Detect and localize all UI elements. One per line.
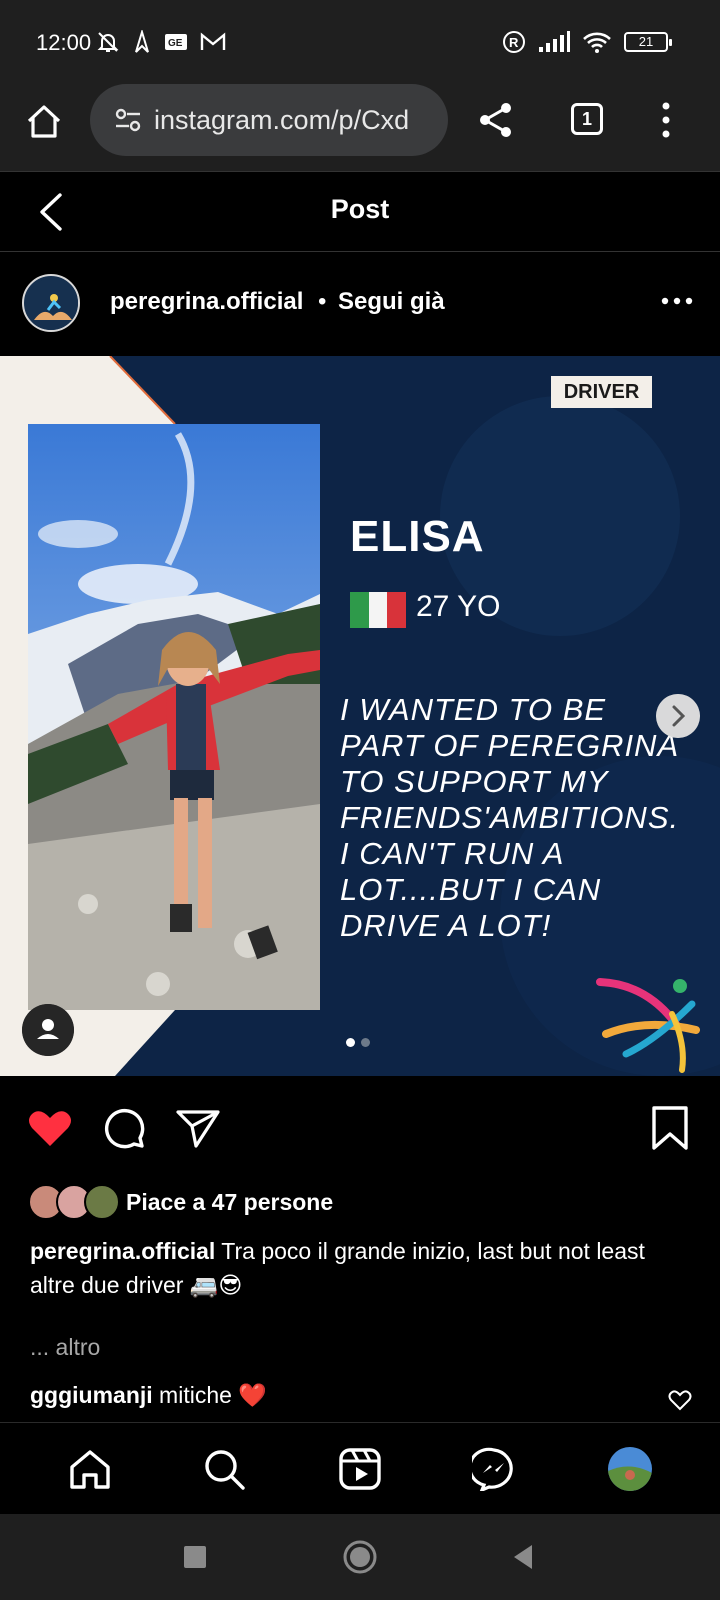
ge-icon: GE: [165, 34, 187, 50]
carousel-dot-active: [346, 1038, 355, 1047]
system-icons: R 21: [502, 30, 672, 54]
messenger-icon[interactable]: [472, 1447, 516, 1491]
reels-icon[interactable]: [338, 1447, 382, 1491]
caption-username[interactable]: peregrina.official: [30, 1238, 215, 1264]
quote-line: DRIVE A LOT!: [340, 908, 552, 943]
bottom-navigation: [0, 1422, 720, 1514]
url-bar[interactable]: instagram.com/p/Cxd: [90, 84, 448, 156]
role-tag: DRIVER: [551, 376, 652, 408]
signal-icon: [539, 31, 570, 52]
svg-text:R: R: [509, 35, 519, 50]
follow-button[interactable]: Segui già: [338, 288, 445, 316]
tab-switcher-button[interactable]: 1: [571, 103, 603, 135]
liker-avatars: [28, 1184, 120, 1220]
site-settings-icon[interactable]: [114, 106, 142, 134]
more-options-icon[interactable]: [660, 296, 694, 306]
navigation-icon: [135, 30, 149, 53]
status-bar: 12:00 GE R 21: [0, 0, 720, 84]
quote-line: LOT....BUT I CAN: [340, 872, 602, 907]
quote-line: I CAN'T RUN A: [340, 836, 565, 871]
svg-text:GE: GE: [168, 38, 183, 49]
browser-home-icon[interactable]: [24, 102, 64, 142]
liker-avatar: [84, 1184, 120, 1220]
quote-line: PART OF PEREGRINA: [340, 728, 680, 763]
back-button-icon[interactable]: [506, 1540, 540, 1574]
carousel-next-icon[interactable]: [656, 694, 700, 738]
driver-photo: [28, 424, 320, 1010]
browser-menu-icon[interactable]: [658, 100, 674, 140]
comment-like-icon[interactable]: [668, 1388, 692, 1412]
comment-text: mitiche ❤️: [152, 1382, 267, 1408]
post-username[interactable]: peregrina.official: [110, 288, 303, 316]
browser-toolbar: instagram.com/p/Cxd 1: [0, 84, 720, 172]
profile-tab-avatar[interactable]: [608, 1447, 652, 1491]
instagram-header: Post: [0, 172, 720, 252]
separator-dot: •: [318, 288, 327, 315]
driver-age: 27 YO: [416, 590, 501, 623]
carousel-dot: [361, 1038, 370, 1047]
likes-row[interactable]: Piace a 47 persone: [28, 1182, 333, 1222]
quote-line: TO SUPPORT MY: [340, 764, 609, 799]
battery-icon: 21: [624, 32, 672, 52]
comment-preview: gggiumanji mitiche ❤️: [30, 1382, 267, 1409]
post-header: peregrina.official • Segui già: [0, 252, 720, 356]
more-link[interactable]: ... altro: [30, 1334, 100, 1361]
like-heart-icon[interactable]: [26, 1104, 74, 1152]
wifi-icon: [583, 32, 611, 53]
bookmark-icon[interactable]: [646, 1104, 694, 1152]
page-title: Post: [330, 194, 390, 224]
post-actions: [0, 1090, 720, 1170]
carousel-dots: [346, 1038, 370, 1047]
status-time: 12:00: [36, 30, 92, 55]
comment-icon[interactable]: [100, 1104, 148, 1152]
tagged-users-icon[interactable]: [22, 1004, 74, 1056]
profile-avatar[interactable]: [22, 274, 80, 332]
comment-username[interactable]: gggiumanji: [30, 1382, 153, 1408]
registered-icon: R: [503, 31, 525, 53]
post-carousel[interactable]: DRIVER ELISA 27 YO I WANTED TO BE PART O…: [0, 356, 720, 1076]
recent-apps-icon[interactable]: [178, 1540, 212, 1574]
share-send-icon[interactable]: [174, 1104, 222, 1152]
system-navigation: [0, 1514, 720, 1600]
mute-icon: [97, 32, 119, 52]
search-icon[interactable]: [202, 1447, 246, 1491]
notification-icons: GE: [96, 30, 226, 54]
home-button-icon[interactable]: [343, 1540, 377, 1574]
quote-line: FRIENDS'AMBITIONS.: [340, 800, 680, 835]
home-icon[interactable]: [68, 1447, 112, 1491]
peregrina-logo-icon: [596, 978, 700, 1073]
share-icon[interactable]: [476, 100, 516, 140]
url-text: instagram.com/p/Cxd: [154, 104, 410, 135]
driver-name: ELISA: [350, 512, 485, 561]
post-caption: peregrina.official Tra poco il grande in…: [30, 1234, 690, 1302]
likes-count[interactable]: Piace a 47 persone: [126, 1189, 333, 1216]
italy-flag-icon: [350, 592, 407, 628]
gmail-icon: [200, 32, 226, 50]
